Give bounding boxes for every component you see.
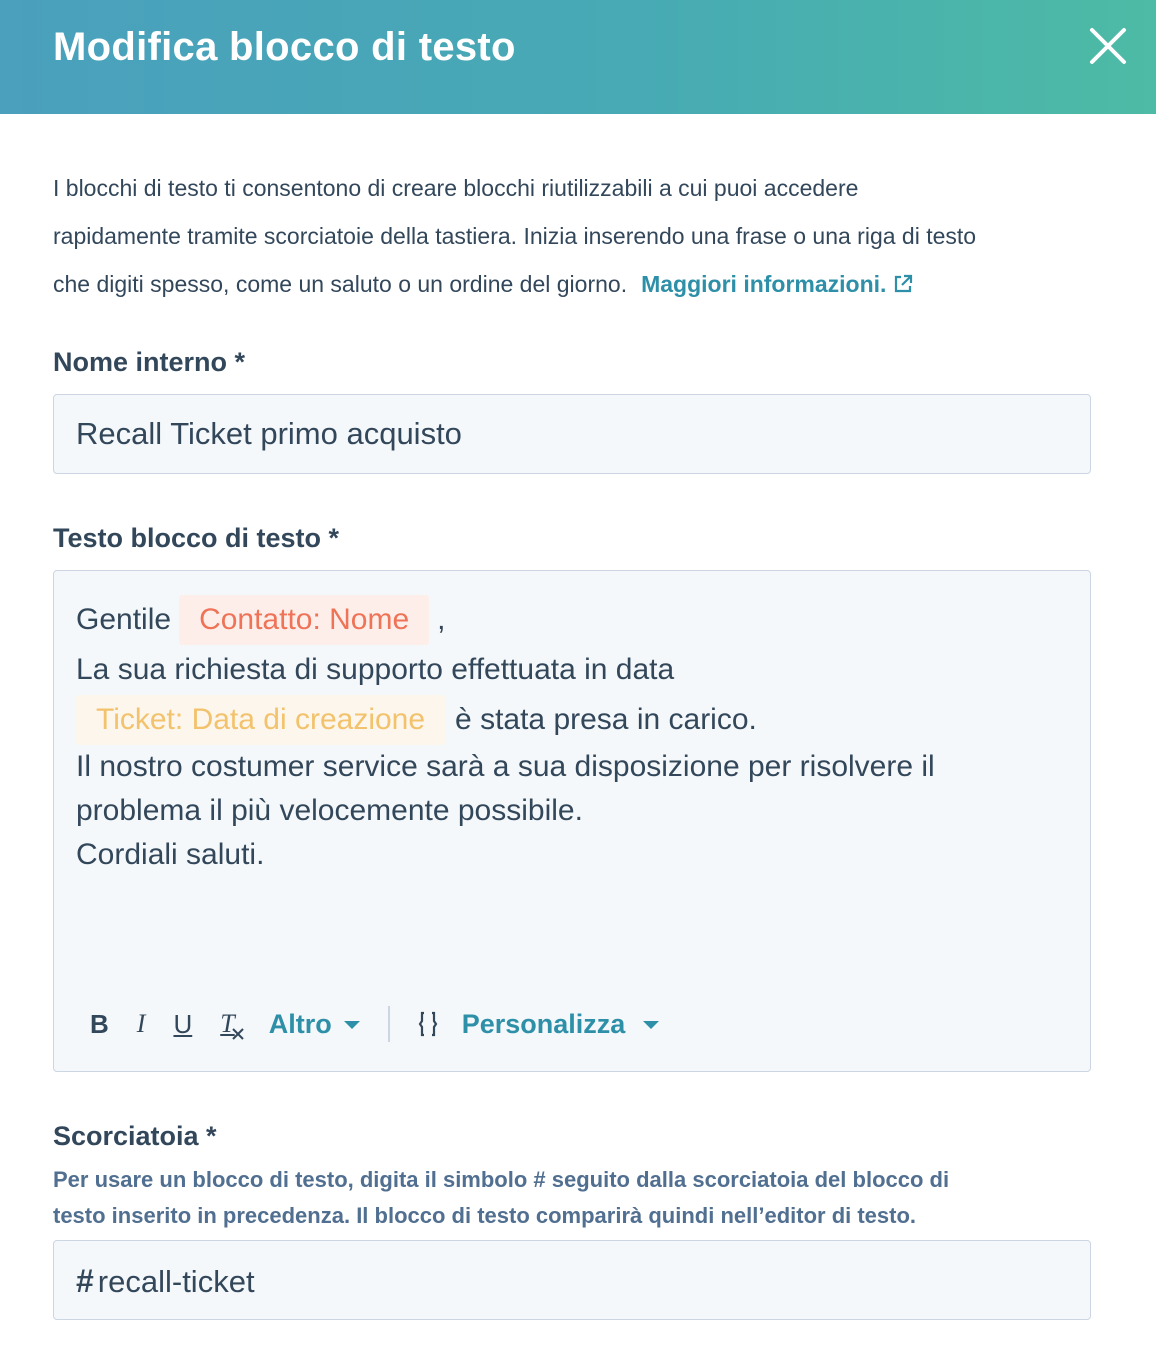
service-text: Il nostro costumer service sarà a sua di…: [76, 750, 935, 783]
editor-line: Cordiali saluti.: [76, 833, 1066, 877]
underline-button[interactable]: U: [173, 1004, 192, 1044]
comma-text: ,: [437, 603, 446, 636]
closing-text: Cordiali saluti.: [76, 838, 265, 871]
chevron-down-icon: [343, 1021, 360, 1029]
modal-header: Modifica blocco di testo: [0, 0, 1156, 114]
italic-button[interactable]: I: [137, 1004, 146, 1044]
greeting-text: Gentile: [76, 603, 172, 636]
internal-name-input[interactable]: Recall Ticket primo acquisto: [53, 394, 1091, 474]
intro-line-3-text: che digiti spesso, come un saluto o un o…: [53, 271, 628, 297]
editor-line: Gentile Contatto: Nome ,: [76, 595, 1066, 645]
close-icon: [1090, 28, 1126, 64]
intro-line-1: I blocchi di testo ti consentono di crea…: [53, 175, 859, 201]
chevron-down-icon: [643, 1021, 660, 1029]
contact-name-token[interactable]: Contatto: Nome: [179, 595, 430, 645]
personalize-dropdown[interactable]: Personalizza: [462, 1009, 660, 1040]
shortcut-value-wrap: # recall-ticket: [76, 1261, 255, 1302]
external-link-icon: [895, 274, 913, 293]
editor-toolbar: B I U T Altro Personalizza: [76, 1003, 660, 1045]
shortcut-hint-line-1: Per usare un blocco di testo, digita il …: [53, 1167, 950, 1192]
more-dropdown[interactable]: Altro: [269, 1009, 360, 1040]
editor-content[interactable]: Gentile Contatto: Nome , La sua richiest…: [76, 595, 1066, 877]
hash-prefix: #: [76, 1263, 94, 1299]
personalize-dropdown-label: Personalizza: [461, 1008, 626, 1039]
shortcut-hint-line-2: testo inserito in precedenza. Il blocco …: [53, 1203, 917, 1228]
problem-text: problema il più velocemente possibile.: [76, 794, 583, 827]
shortcut-label: Scorciatoia *: [53, 1121, 217, 1151]
taken-charge-text: è stata presa in carico.: [455, 703, 757, 736]
internal-name-label: Nome interno *: [53, 347, 246, 377]
close-button[interactable]: [1084, 22, 1132, 70]
learn-more-link[interactable]: Maggiori informazioni.: [641, 271, 914, 297]
rich-text-editor[interactable]: Gentile Contatto: Nome , La sua richiest…: [53, 570, 1091, 1072]
shortcut-hint: Per usare un blocco di testo, digita il …: [53, 1162, 1103, 1234]
editor-line: Il nostro costumer service sarà a sua di…: [76, 745, 1066, 789]
ticket-date-token[interactable]: Ticket: Data di creazione: [76, 695, 446, 745]
body-text-label: Testo blocco di testo *: [53, 523, 340, 553]
bold-button[interactable]: B: [90, 1004, 109, 1044]
shortcut-value: recall-ticket: [97, 1264, 255, 1299]
intro-line-2: rapidamente tramite scorciatoie della ta…: [53, 223, 977, 249]
intro-text: I blocchi di testo ti consentono di crea…: [53, 164, 1103, 308]
modal-title: Modifica blocco di testo: [53, 25, 516, 69]
intro-line-3: che digiti spesso, come un saluto o un o…: [53, 260, 1103, 308]
shortcut-input[interactable]: # recall-ticket: [53, 1240, 1091, 1320]
clear-format-icon: [232, 1028, 244, 1040]
learn-more-link-label: Maggiori informazioni.: [641, 271, 887, 297]
request-text: La sua richiesta di supporto effettuata …: [76, 653, 675, 686]
personalize-token-icon[interactable]: [418, 1010, 438, 1038]
internal-name-value: Recall Ticket primo acquisto: [76, 416, 462, 451]
editor-line: problema il più velocemente possibile.: [76, 789, 1066, 833]
editor-line: Ticket: Data di creazione è stata presa …: [76, 695, 1066, 745]
toolbar-divider: [387, 1006, 390, 1042]
clear-format-button[interactable]: T: [220, 1004, 244, 1044]
editor-line: La sua richiesta di supporto effettuata …: [76, 645, 1066, 695]
more-dropdown-label: Altro: [268, 1008, 332, 1039]
